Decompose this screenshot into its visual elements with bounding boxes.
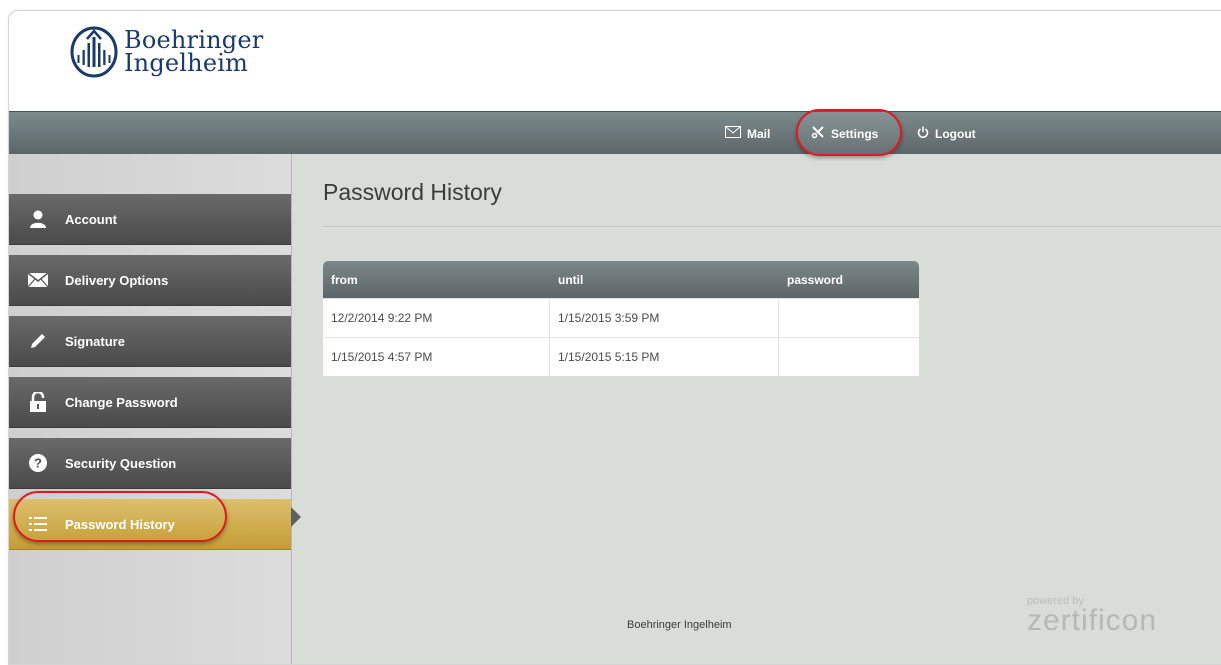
brand-logo[interactable]: Boehringer Ingelheim: [69, 25, 263, 79]
cell-password: [779, 299, 919, 337]
vendor-name: zertificon: [1027, 604, 1158, 637]
column-header-from: from: [331, 272, 358, 287]
sidebar-item-security-question[interactable]: ? Security Question: [9, 438, 291, 489]
password-history-highlight-annotation: [13, 491, 227, 542]
app-window: Boehringer Ingelheim Mail Settings Logou…: [8, 10, 1221, 665]
cell-from: 12/2/2014 9:22 PM: [323, 299, 550, 337]
column-header-until: until: [558, 272, 584, 287]
brand-name: Boehringer Ingelheim: [124, 28, 263, 77]
top-navigation-bar: Mail Settings Logout: [9, 111, 1221, 155]
powered-by-logo[interactable]: powered by zertificon: [1027, 595, 1158, 637]
sidebar: Account Delivery Options Signature Chang…: [9, 154, 292, 664]
boehringer-logo-icon: [70, 26, 118, 78]
sidebar-item-label: Account: [65, 211, 117, 227]
cell-from: 1/15/2015 4:57 PM: [323, 338, 550, 376]
sidebar-item-label: Signature: [65, 333, 125, 349]
password-history-table: from until password 12/2/2014 9:22 PM 1/…: [323, 261, 919, 376]
user-icon: [27, 208, 49, 230]
sidebar-item-account[interactable]: Account: [9, 194, 291, 245]
lock-icon: [27, 391, 49, 413]
cell-password: [779, 338, 919, 376]
table-row: 12/2/2014 9:22 PM 1/15/2015 3:59 PM: [323, 298, 919, 337]
envelope-icon: [27, 269, 49, 291]
sidebar-item-label: Delivery Options: [65, 272, 169, 288]
cell-until: 1/15/2015 3:59 PM: [550, 299, 779, 337]
footer-company: Boehringer Ingelheim: [627, 619, 732, 631]
mail-link[interactable]: Mail: [725, 112, 770, 155]
table-header: from until password: [323, 261, 919, 298]
pen-icon: [27, 330, 49, 352]
svg-text:?: ?: [34, 456, 42, 471]
settings-highlight-annotation: [796, 109, 902, 156]
page-title: Password History: [323, 179, 502, 205]
title-divider: [323, 226, 1221, 227]
power-icon: [917, 126, 929, 141]
header: Boehringer Ingelheim: [9, 11, 1221, 111]
mail-label: Mail: [747, 126, 771, 141]
main-content: [291, 154, 1221, 664]
logout-label: Logout: [935, 126, 976, 141]
brand-name-line2: Ingelheim: [124, 49, 249, 77]
table-row: 1/15/2015 4:57 PM 1/15/2015 5:15 PM: [323, 337, 919, 376]
sidebar-item-label: Change Password: [65, 394, 178, 410]
cell-until: 1/15/2015 5:15 PM: [550, 338, 779, 376]
active-item-pointer: [291, 507, 301, 527]
question-icon: ?: [27, 452, 49, 474]
envelope-icon: [725, 126, 741, 141]
logout-link[interactable]: Logout: [917, 112, 976, 155]
column-header-password: password: [787, 272, 844, 287]
sidebar-item-change-password[interactable]: Change Password: [9, 377, 291, 428]
sidebar-item-delivery-options[interactable]: Delivery Options: [9, 255, 291, 306]
sidebar-item-label: Security Question: [65, 455, 177, 471]
sidebar-item-signature[interactable]: Signature: [9, 316, 291, 367]
